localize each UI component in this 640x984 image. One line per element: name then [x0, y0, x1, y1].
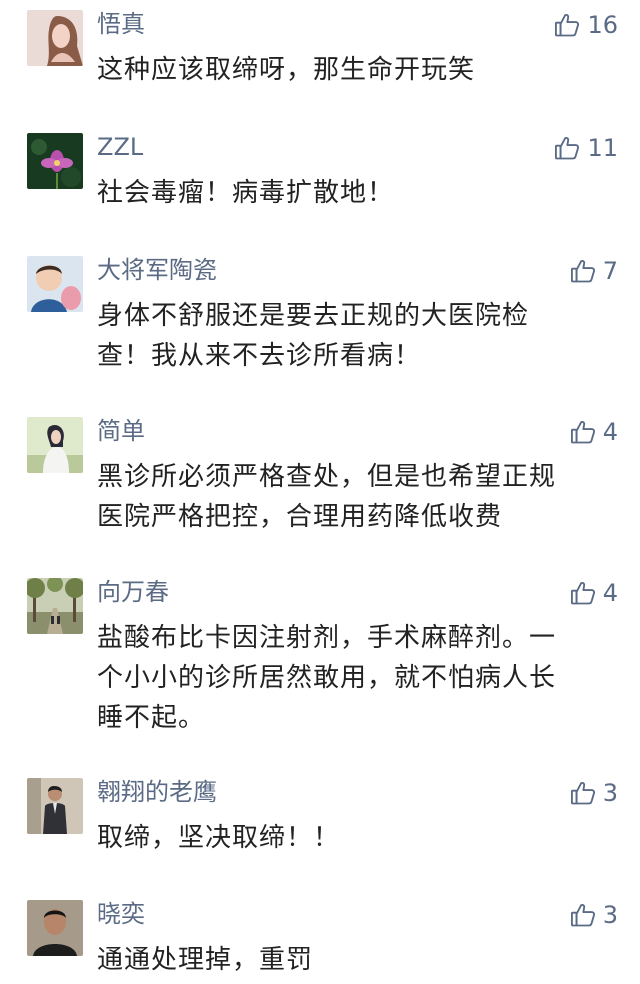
- like-button[interactable]: 16: [553, 8, 618, 42]
- thumbs-up-icon: [570, 259, 595, 283]
- like-count: 11: [587, 134, 618, 162]
- man-suit-avatar-icon: [27, 778, 83, 834]
- like-button[interactable]: 3: [569, 776, 618, 810]
- username[interactable]: 向万春: [97, 576, 169, 608]
- avatar[interactable]: [27, 778, 83, 834]
- thumbs-up-icon: [570, 420, 595, 444]
- avatar[interactable]: [27, 256, 83, 312]
- comment-text: 黑诊所必须严格查处，但是也希望正规医院严格把控，合理用药降低收费: [97, 462, 557, 532]
- comment-text: 这种应该取缔呀，那生命开玩笑: [97, 55, 476, 85]
- woman-white-dress-avatar-icon: [27, 417, 83, 473]
- comment-text: 通通处理掉，重罚: [97, 945, 314, 975]
- username[interactable]: 悟真: [97, 8, 145, 40]
- like-count: 16: [587, 11, 618, 39]
- avatar[interactable]: [27, 10, 83, 66]
- username[interactable]: 大将军陶瓷: [97, 254, 217, 286]
- like-count: 3: [602, 779, 618, 807]
- like-button[interactable]: 4: [569, 415, 618, 449]
- username[interactable]: 晓奕: [97, 898, 145, 930]
- username[interactable]: 简单: [97, 415, 145, 447]
- thumbs-up-icon: [570, 581, 595, 605]
- avatar[interactable]: [27, 133, 83, 189]
- trees-path-avatar-icon: [27, 578, 83, 634]
- baby-avatar-icon: [27, 256, 83, 312]
- thumbs-up-icon: [570, 781, 595, 805]
- username[interactable]: 翱翔的老鹰: [97, 776, 217, 808]
- like-count: 7: [602, 257, 618, 285]
- like-count: 4: [602, 418, 618, 446]
- flower-avatar-icon: [27, 133, 83, 189]
- thumbs-up-icon: [555, 13, 580, 37]
- avatar[interactable]: [27, 578, 83, 634]
- like-button[interactable]: 11: [553, 131, 618, 165]
- thumbs-up-icon: [555, 136, 580, 160]
- like-button[interactable]: 3: [569, 898, 618, 932]
- woman-portrait-avatar-icon: [27, 10, 83, 66]
- like-button[interactable]: 4: [569, 576, 618, 610]
- avatar[interactable]: [27, 900, 83, 956]
- like-count: 4: [602, 579, 618, 607]
- comment-text: 盐酸布比卡因注射剂，手术麻醉剂。一个小小的诊所居然敢用，就不怕病人长睡不起。: [97, 623, 557, 733]
- avatar[interactable]: [27, 417, 83, 473]
- man-portrait-avatar-icon: [27, 900, 83, 956]
- comment-text: 身体不舒服还是要去正规的大医院检查！我从来不去诊所看病！: [97, 301, 530, 371]
- like-button[interactable]: 7: [569, 254, 618, 288]
- comment-text: 社会毒瘤！病毒扩散地！: [97, 178, 395, 208]
- comment-text: 取缔，坚决取缔！！: [97, 823, 341, 853]
- thumbs-up-icon: [570, 903, 595, 927]
- like-count: 3: [602, 901, 618, 929]
- username[interactable]: ZZL: [97, 131, 143, 163]
